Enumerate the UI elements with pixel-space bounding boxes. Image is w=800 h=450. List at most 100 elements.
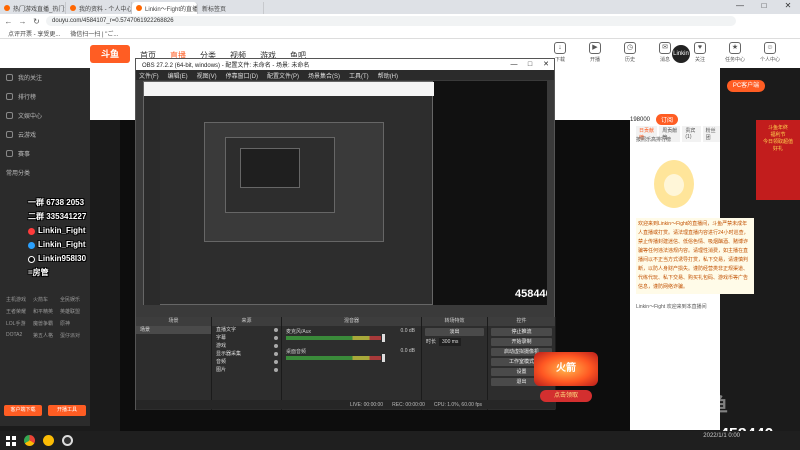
overlay-line: 二群 335341227 (28, 210, 138, 224)
category-item[interactable]: 英雄联盟 (60, 308, 84, 315)
scene-item[interactable]: 场景 (136, 326, 211, 334)
eye-icon[interactable] (274, 336, 278, 340)
recursive-capture (225, 137, 335, 213)
cloud-icon (6, 131, 13, 138)
close-button[interactable]: ✕ (776, 0, 800, 12)
source-item[interactable]: 游戏 (212, 342, 281, 350)
url-input[interactable]: douyu.com/4584107_r=0.5747061922268826 (46, 16, 736, 26)
source-item[interactable]: 显示器采集 (212, 350, 281, 358)
category-item[interactable]: 第五人格 (33, 332, 57, 339)
overlay-line: =房管 (28, 266, 138, 280)
overlay-line: Linkin958I30 (28, 252, 138, 266)
back-icon[interactable]: ← (4, 17, 13, 26)
sidebar-item-entertainment[interactable]: 文娱中心 (0, 106, 90, 125)
browser-tab[interactable]: 我的资料 - 个人中心 - 斗鱼 (66, 2, 132, 14)
volume-meter (286, 336, 381, 340)
category-item[interactable]: 主机游戏 (6, 296, 30, 303)
duration-row: 时长 300 ms (422, 338, 487, 346)
avatar[interactable]: Linkin (672, 45, 690, 63)
ad-banner: 火箭 (534, 352, 598, 386)
category-item[interactable]: 火箭车 (33, 296, 57, 303)
stop-streaming-button[interactable]: 停止推流 (491, 328, 552, 336)
obs-preview[interactable]: 458440 (143, 81, 547, 305)
category-item[interactable]: DOTA2 (6, 332, 30, 339)
obs-window: OBS 27.2.2 (64-bit, windows) - 配置文件: 未命名… (135, 58, 556, 410)
category-item[interactable]: 蛋仔派对 (60, 332, 84, 339)
scenes-dock: 场景 场景 (136, 317, 212, 410)
transitions-dock: 转场特效 淡出 时长 300 ms (422, 317, 488, 410)
channel-name: 桌面音频 (286, 349, 307, 355)
obs-menu-help[interactable]: 帮助(H) (378, 71, 398, 80)
obs-menu-docks[interactable]: 停靠窗口(D) (226, 71, 258, 80)
obs-minimize-button[interactable]: — (506, 59, 522, 70)
source-item[interactable]: 音频 (212, 358, 281, 366)
transition-select[interactable]: 淡出 (425, 328, 484, 336)
bookmark-item[interactable]: 微信扫一扫 | "ご... (70, 29, 118, 38)
side-ad[interactable]: 斗鱼年终 福利节 今日领取超值 好礼 (756, 120, 800, 200)
trophy-icon (6, 150, 13, 157)
reload-icon[interactable]: ↻ (32, 17, 41, 26)
maximize-button[interactable]: □ (752, 0, 776, 12)
dock-title: 转场特效 (422, 317, 487, 326)
ad-claim-button[interactable]: 点击领取 (540, 390, 592, 402)
follow-button[interactable]: ♥ 关注 (688, 42, 712, 63)
obs-menu-profile[interactable]: 配置文件(P) (267, 71, 299, 80)
streaming-tool-button[interactable]: 开播工具 (48, 405, 86, 416)
history-button[interactable]: ◷ 历史 (618, 42, 642, 63)
heart-icon (6, 74, 13, 81)
eye-icon[interactable] (274, 352, 278, 356)
minimize-button[interactable]: — (728, 0, 752, 12)
sources-dock: 来源 直播文字 字幕 游戏 显示器采集 音频 图片 (212, 317, 282, 410)
task-center-button[interactable]: ★ 任务中心 (723, 42, 747, 63)
eye-icon[interactable] (274, 360, 278, 364)
eye-icon[interactable] (274, 368, 278, 372)
volume-slider[interactable] (382, 334, 385, 342)
source-item[interactable]: 直播文字 (212, 326, 281, 334)
obs-maximize-button[interactable]: □ (522, 59, 538, 70)
game-ad[interactable]: 火箭 点击领取 (530, 340, 610, 410)
duration-input[interactable]: 300 ms (439, 338, 462, 346)
browser-tab[interactable]: 新标签页 (198, 2, 264, 14)
eye-icon[interactable] (274, 344, 278, 348)
browser-tab-active[interactable]: Linkin～Fight的直播_魔兽争霸直播 (132, 2, 198, 14)
category-item[interactable]: 和平精英 (33, 308, 57, 315)
golive-button[interactable]: ▶ 开播 (583, 42, 607, 63)
source-item[interactable]: 图片 (212, 366, 281, 374)
category-item[interactable]: 魔兽争霸 (33, 320, 57, 327)
header-icon-label: 开播 (589, 57, 600, 63)
tab-fans[interactable]: 粉丝团 (702, 126, 720, 142)
sidebar-item-label: 赛事 (18, 152, 31, 158)
forward-icon[interactable]: → (18, 17, 27, 26)
site-logo[interactable]: 斗鱼 (90, 45, 130, 63)
eye-icon[interactable] (274, 328, 278, 332)
pc-client-button[interactable]: PC客户端 (727, 80, 765, 92)
source-item[interactable]: 字幕 (212, 334, 281, 342)
subscribe-button[interactable]: 订阅 (656, 114, 679, 125)
profile-button[interactable]: ☺ 个人中心 (758, 42, 782, 63)
sidebar-item-following[interactable]: 我的关注 (0, 68, 90, 87)
obs-menu-tools[interactable]: 工具(T) (349, 71, 369, 80)
obs-menu-scene-collection[interactable]: 场景集合(S) (308, 71, 340, 80)
star-icon (6, 112, 13, 119)
obs-menu-view[interactable]: 视图(V) (197, 71, 217, 80)
obs-close-button[interactable]: ✕ (538, 59, 554, 70)
bookmark-item[interactable]: 点评开票 - 享受更... (8, 29, 60, 38)
sidebar-item-esports[interactable]: 赛事 (0, 144, 90, 163)
windows-start-icon[interactable] (6, 435, 16, 446)
category-item[interactable]: 全民娱乐 (60, 296, 84, 303)
category-item[interactable]: 王者荣耀 (6, 308, 30, 315)
tab-vip[interactable]: 贵宾(1) (682, 126, 701, 142)
sidebar-item-ranking[interactable]: 排行榜 (0, 87, 90, 106)
category-item[interactable]: LOL手游 (6, 320, 30, 327)
sidebar-item-cloud-games[interactable]: 云游戏 (0, 125, 90, 144)
category-item[interactable]: 原神 (60, 320, 84, 327)
obs-menu-edit[interactable]: 编辑(E) (168, 71, 188, 80)
volume-slider[interactable] (382, 354, 385, 362)
browser-tab[interactable]: 热门游戏直播_热门游戏视频_热 (0, 2, 66, 14)
obs-icon[interactable] (62, 435, 73, 446)
client-download-button[interactable]: 客户端下载 (4, 405, 42, 416)
obs-menu-file[interactable]: 文件(F) (139, 71, 159, 80)
chrome-icon[interactable] (24, 435, 35, 446)
folder-icon[interactable] (43, 435, 54, 446)
header-icon-label: 下载 (554, 57, 565, 63)
